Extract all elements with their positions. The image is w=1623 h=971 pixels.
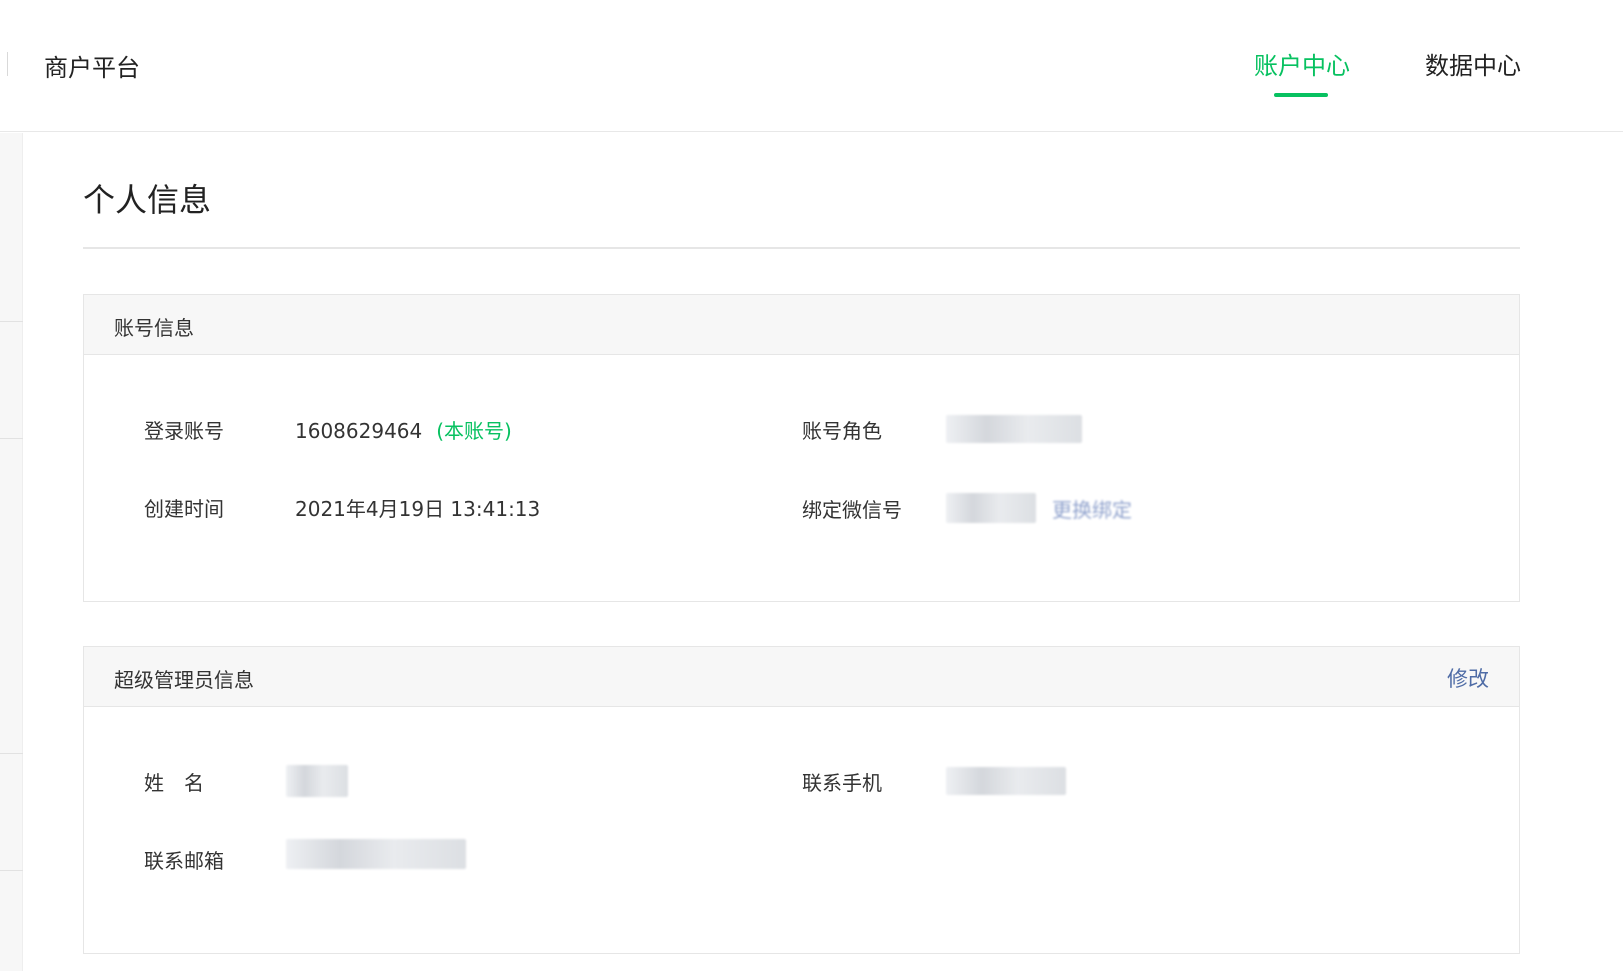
contact-phone-value-redacted — [946, 767, 1066, 795]
current-account-tag: (本账号) — [436, 419, 512, 443]
brand-title[interactable]: 商户平台 — [44, 48, 140, 83]
login-account-number: 1608629464 — [295, 419, 423, 443]
tab-data-center[interactable]: 数据中心 — [1425, 46, 1521, 81]
top-navigation-bar: 商户平台 账户中心 数据中心 — [0, 0, 1623, 132]
admin-name-label: 姓 名 — [144, 771, 204, 795]
admin-name-value-redacted — [286, 765, 348, 797]
login-account-value: 1608629464 (本账号) — [295, 415, 512, 444]
title-divider — [83, 247, 1520, 249]
sidebar-collapsed — [0, 133, 23, 971]
contact-phone-label: 联系手机 — [802, 771, 882, 795]
tab-account-center[interactable]: 账户中心 — [1254, 46, 1350, 81]
super-admin-panel: 超级管理员信息 修改 姓 名 联系手机 联系邮箱 — [83, 646, 1520, 954]
sidebar-separator — [0, 870, 23, 871]
sidebar-separator — [0, 321, 23, 322]
page-title: 个人信息 — [83, 181, 212, 219]
panel-title: 超级管理员信息 — [114, 668, 254, 692]
created-time-label: 创建时间 — [144, 497, 224, 521]
active-tab-indicator — [1274, 93, 1328, 97]
sidebar-separator — [0, 753, 23, 754]
account-info-panel: 账号信息 登录账号 1608629464 (本账号) 创建时间 2021年4月19… — [83, 294, 1520, 602]
panel-title: 账号信息 — [114, 316, 194, 340]
created-time-value: 2021年4月19日 13:41:13 — [295, 497, 541, 521]
change-binding-link[interactable]: 更换绑定 — [1052, 494, 1132, 523]
sidebar-separator — [0, 438, 23, 439]
account-role-value-redacted — [946, 415, 1082, 443]
contact-email-value-redacted — [286, 839, 466, 869]
edit-admin-button[interactable]: 修改 — [1447, 663, 1489, 693]
contact-email-label: 联系邮箱 — [144, 849, 224, 873]
bound-wechat-label: 绑定微信号 — [802, 498, 902, 522]
top-divider — [7, 52, 8, 76]
login-account-label: 登录账号 — [144, 419, 224, 443]
panel-header: 超级管理员信息 修改 — [84, 647, 1519, 707]
bound-wechat-value-redacted — [946, 493, 1036, 523]
account-role-label: 账号角色 — [802, 419, 882, 443]
panel-header: 账号信息 — [84, 295, 1519, 355]
